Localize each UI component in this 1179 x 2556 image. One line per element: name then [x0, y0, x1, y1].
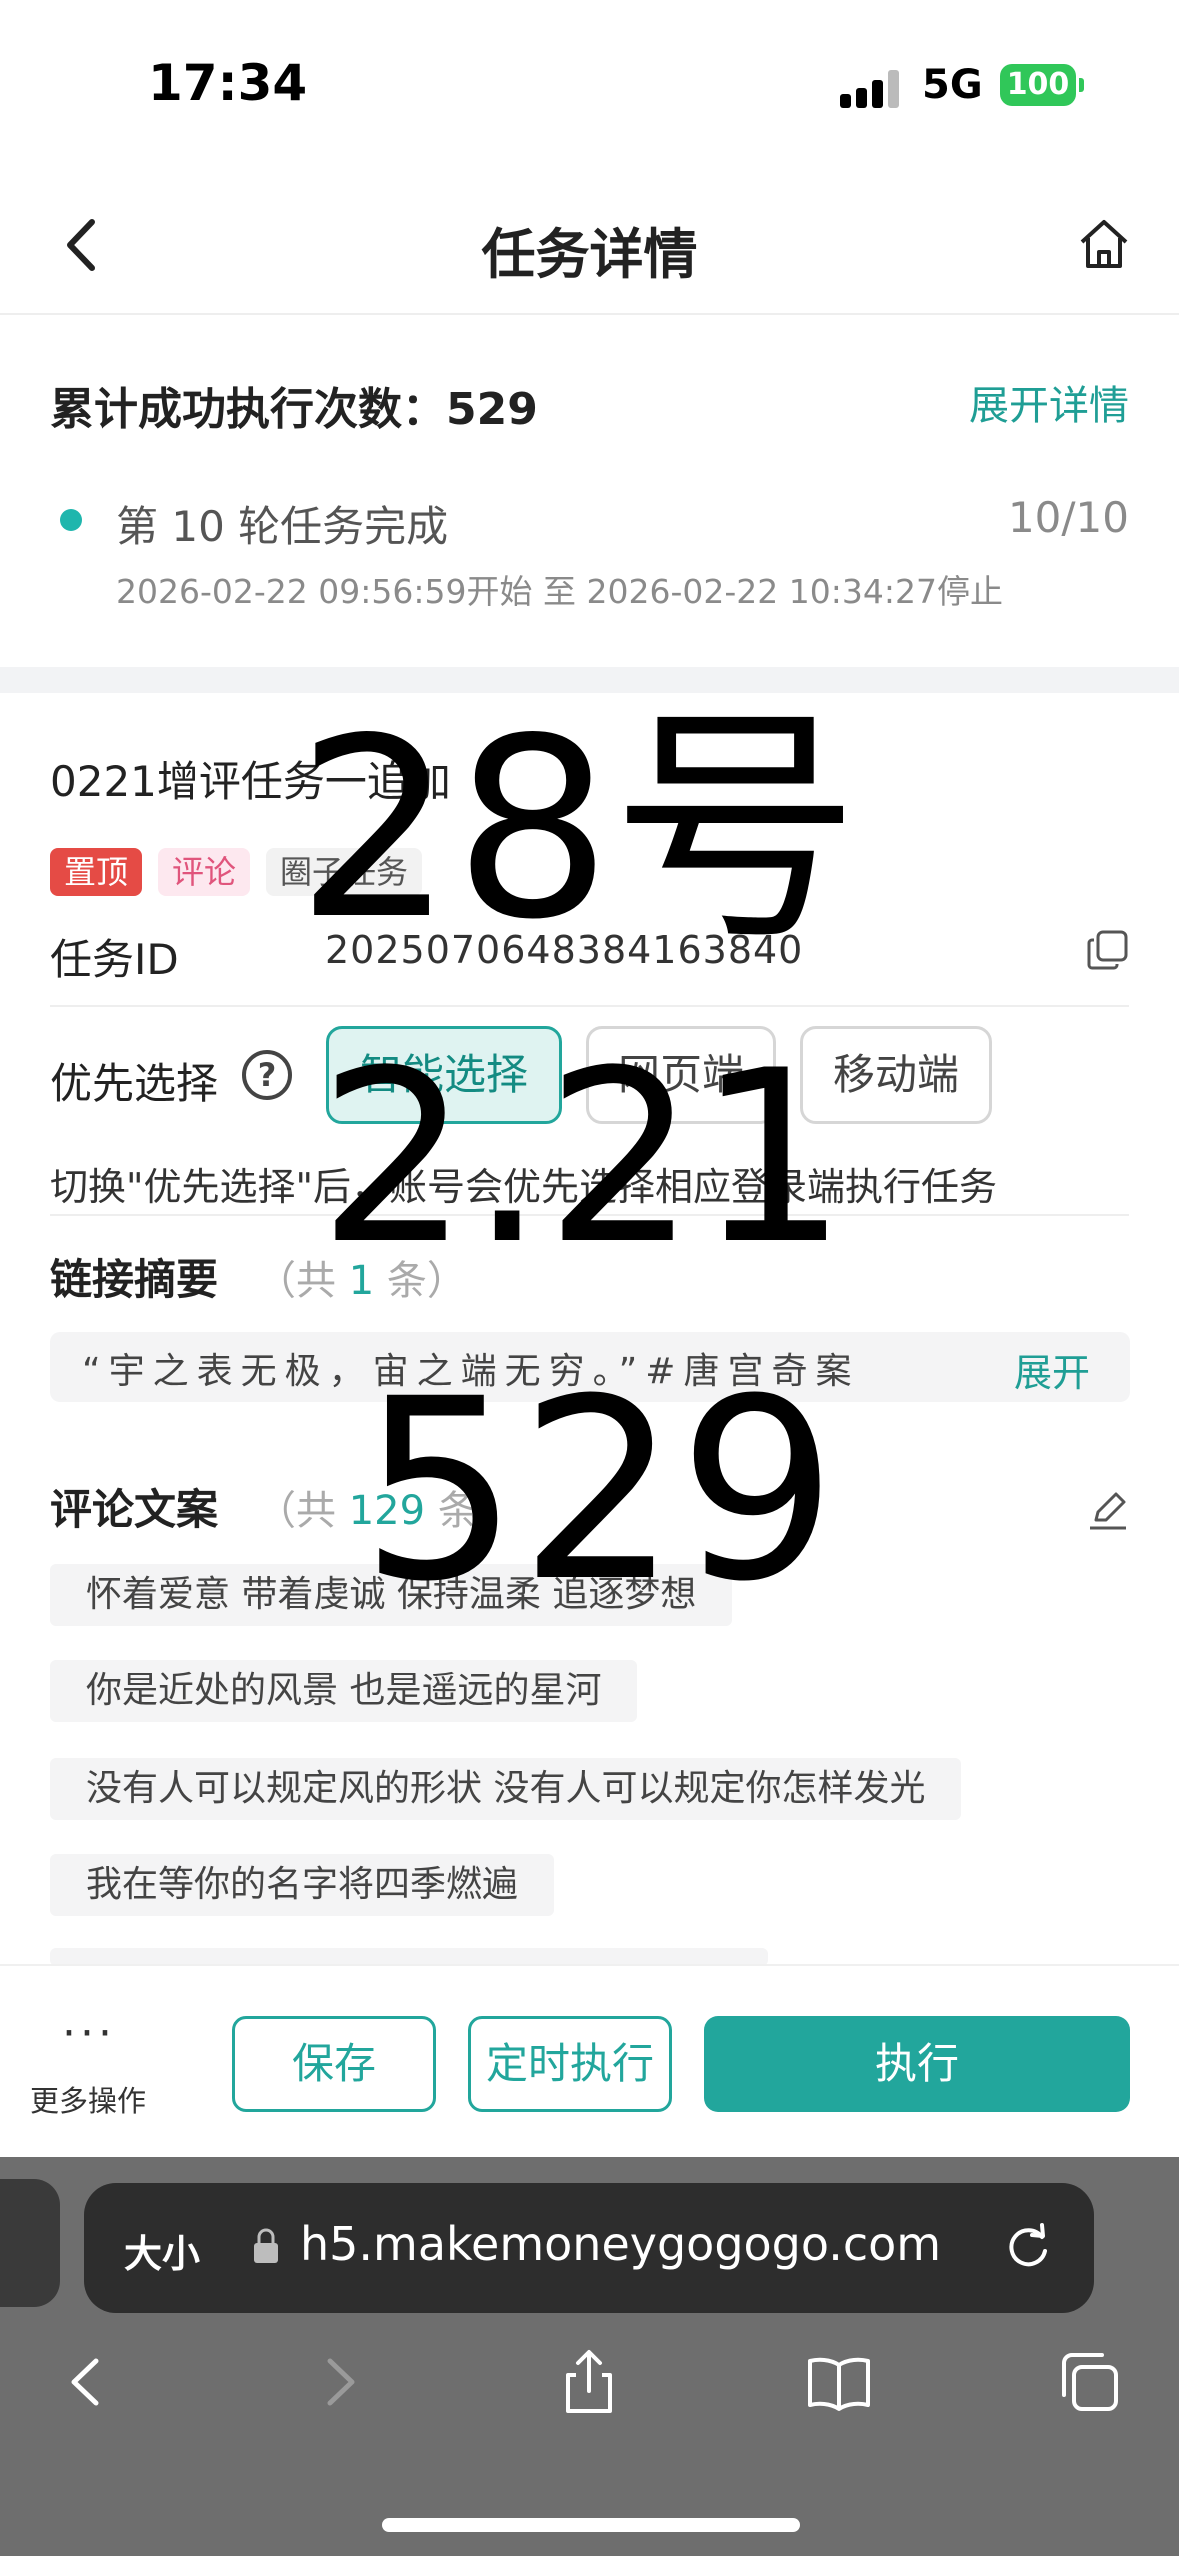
round-progress: 10/10 — [1007, 493, 1129, 542]
battery-icon: 100 — [1000, 64, 1084, 106]
tag-pinned: 置顶 — [50, 848, 143, 896]
execution-summary: 累计成功执行次数：529 展开详情 第 10 轮任务完成 10/10 2026-… — [0, 317, 1179, 667]
comment-item: 你是近处的风景 也是遥远的星河 — [50, 1660, 638, 1722]
share-icon[interactable] — [554, 2347, 624, 2417]
address-bar[interactable]: 大小 h5.makemoneygogogo.com — [84, 2183, 1094, 2313]
page-title: 任务详情 — [481, 223, 698, 286]
round-status: 第 10 轮任务完成 — [116, 502, 449, 551]
total-success-count: 累计成功执行次数：529 — [50, 384, 538, 435]
tag-comment: 评论 — [158, 848, 251, 896]
browser-toolbar: 大小 h5.makemoneygogogo.com — [0, 2157, 1179, 2556]
copy-icon[interactable] — [1086, 928, 1130, 972]
lock-icon — [254, 2228, 278, 2263]
schedule-button[interactable]: 定时执行 — [468, 2016, 672, 2112]
link-summary-title: 链接摘要 — [50, 1255, 219, 1304]
overlay-date-number: 2.21 — [318, 1020, 848, 1297]
previous-tab-peek[interactable] — [0, 2179, 60, 2307]
action-bar: ··· 更多操作 保存 定时执行 执行 — [0, 1964, 1179, 2157]
bookmarks-icon[interactable] — [804, 2347, 874, 2417]
round-time-range: 2026-02-22 09:56:59开始 至 2026-02-22 10:34… — [116, 572, 1003, 611]
overlay-date-label: 28号 — [296, 686, 860, 974]
expand-details-link[interactable]: 展开详情 — [969, 373, 1129, 431]
comment-item: 没有人可以规定风的形状 没有人可以规定你怎样发光 — [50, 1758, 962, 1820]
overlay-count: 529 — [360, 1345, 838, 1636]
link-summary-expand[interactable]: 展开 — [1014, 1342, 1090, 1397]
more-actions-label[interactable]: 更多操作 — [30, 2078, 146, 2120]
comment-item: 我在等你的名字将四季燃遍 — [50, 1854, 555, 1916]
home-icon[interactable] — [1074, 214, 1134, 274]
status-time: 17:34 — [148, 54, 308, 112]
nav-bar: 任务详情 — [0, 170, 1179, 315]
save-button[interactable]: 保存 — [232, 2016, 436, 2112]
priority-label: 优先选择 — [50, 1059, 219, 1108]
more-actions-icon[interactable]: ··· — [62, 2012, 116, 2056]
row-divider — [50, 1005, 1129, 1007]
browser-back-icon[interactable] — [52, 2347, 122, 2417]
edit-icon[interactable] — [1086, 1488, 1130, 1532]
task-id-label: 任务ID — [50, 935, 179, 984]
reload-icon[interactable] — [1000, 2219, 1056, 2275]
status-bar: 17:34 5G 100 — [0, 0, 1179, 170]
help-icon[interactable]: ? — [242, 1050, 292, 1100]
url-text[interactable]: h5.makemoneygogogo.com — [300, 2217, 941, 2271]
browser-forward-icon[interactable] — [304, 2347, 374, 2417]
execute-button[interactable]: 执行 — [704, 2016, 1130, 2112]
status-dot-icon — [60, 509, 82, 531]
tabs-icon[interactable] — [1054, 2347, 1124, 2417]
signal-icon — [840, 70, 900, 108]
home-indicator[interactable] — [382, 2518, 800, 2532]
comments-title: 评论文案 — [50, 1485, 219, 1534]
network-type: 5G — [922, 62, 983, 108]
text-size-button[interactable]: 大小 — [124, 2223, 200, 2278]
